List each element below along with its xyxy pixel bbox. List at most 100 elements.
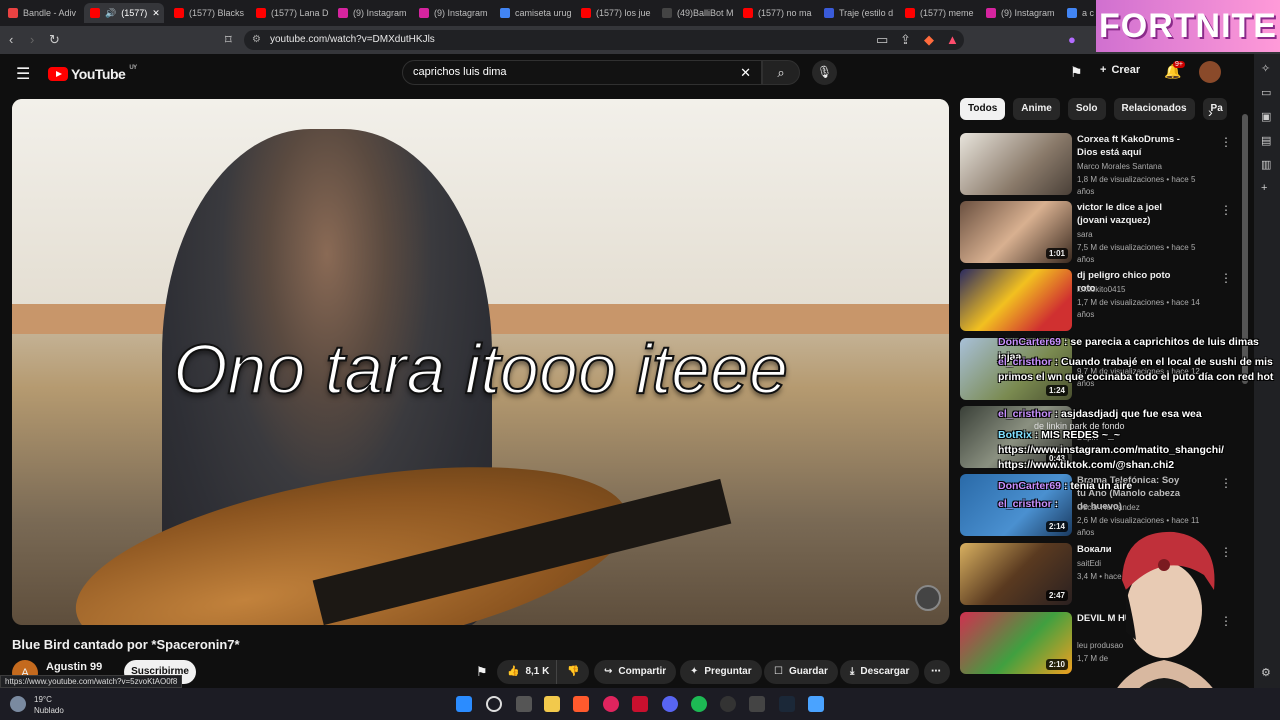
save-button[interactable]: ☐ Guardar (764, 660, 838, 684)
thumbs-up-icon: 👍 (507, 666, 520, 677)
browser-tab[interactable]: (1577) no ma (737, 3, 817, 23)
create-button[interactable]: + Crear (1100, 64, 1140, 76)
chip-solo[interactable]: Solo (1067, 98, 1106, 120)
browser-tab-active[interactable]: 🔊 (1577) ✕ (84, 3, 164, 23)
list-item[interactable]: Corxea ft KakoDrums - Dios está aquí Mar… (960, 133, 1232, 196)
brave-browser-icon[interactable] (573, 696, 589, 712)
search-button[interactable]: ⌕ (762, 60, 800, 85)
save-icon: ☐ (774, 666, 783, 677)
youtube-favicon-icon (743, 8, 753, 18)
weather-widget[interactable]: 19°C Nublado (34, 694, 64, 716)
avatar[interactable] (1199, 61, 1221, 83)
file-explorer-icon[interactable] (544, 696, 560, 712)
like-button[interactable]: 👍 8,1 K (497, 660, 560, 684)
browser-tab[interactable]: (1577) meme (899, 3, 979, 23)
browser-tab[interactable]: (9) Instagram (980, 3, 1060, 23)
more-vertical-icon[interactable]: ⋮ (1220, 271, 1232, 285)
clear-search-icon[interactable]: ✕ (740, 61, 751, 84)
video-thumbnail[interactable] (960, 269, 1072, 331)
browser-tab[interactable]: camiseta urug (494, 3, 574, 23)
chevron-right-icon[interactable]: › (1208, 104, 1213, 120)
bookmark-icon[interactable]: ⌑ (225, 32, 232, 48)
chip-partial[interactable]: Pa (1202, 98, 1227, 120)
reload-icon[interactable]: ↻ (49, 32, 60, 48)
youtube-logo[interactable]: YouTube UY (48, 65, 137, 82)
adobe-icon[interactable] (632, 696, 648, 712)
more-actions-button[interactable]: ⋯ (924, 660, 950, 684)
leo-ai-icon[interactable]: ✧ (1261, 62, 1270, 75)
address-bar[interactable]: ⚙ youtube.com/watch?v=DMXdutHKJls (244, 30, 964, 50)
download-button[interactable]: ⤓ Descargar (840, 660, 920, 684)
list-item[interactable]: dj peligro chico poto roto lokilokito041… (960, 269, 1232, 331)
discord-icon[interactable] (662, 696, 678, 712)
shorts-icon[interactable]: ⚑ (1070, 64, 1083, 81)
share-page-icon[interactable]: ⇪ (900, 32, 911, 48)
browser-tab[interactable]: (9) Instagram (413, 3, 493, 23)
media-player-icon[interactable] (603, 696, 619, 712)
voice-search-button[interactable]: 🎙 (812, 60, 837, 85)
browser-tab[interactable]: (1577) Blacks (168, 3, 248, 23)
app-icon[interactable] (808, 696, 824, 712)
rec-title[interactable]: Corxea ft KakoDrums - Dios está aquí (1077, 133, 1182, 159)
rec-title[interactable]: victor le dice a joel (jovani vazquez) (1077, 201, 1182, 227)
extension-icon[interactable]: ● (1068, 32, 1076, 47)
cast-icon[interactable]: ▭ (876, 32, 888, 48)
rec-channel[interactable]: sara (1077, 229, 1207, 241)
browser-tab[interactable]: (49)BalliBot M (656, 3, 736, 23)
video-thumbnail[interactable]: 2:10 (960, 612, 1072, 674)
weather-icon[interactable] (10, 696, 26, 712)
rec-channel[interactable]: lokilokito0415 (1077, 284, 1207, 296)
brave-rewards-icon[interactable]: ▲ (946, 32, 959, 47)
close-tab-icon[interactable]: ✕ (152, 8, 160, 19)
list-item[interactable]: 1:01 victor le dice a joel (jovani vazqu… (960, 201, 1232, 264)
search-input[interactable]: caprichos luis dima ✕ (402, 60, 762, 85)
more-vertical-icon[interactable]: ⋮ (1220, 135, 1232, 149)
browser-tab[interactable]: a c (1061, 3, 1095, 23)
video-thumbnail[interactable] (960, 133, 1072, 195)
chip-todos[interactable]: Todos (960, 98, 1006, 120)
steam-icon[interactable] (779, 696, 795, 712)
chip-relacionados[interactable]: Relacionados (1113, 98, 1195, 120)
channel-name[interactable]: Agustin 99 (46, 661, 102, 673)
browser-tab[interactable]: (9) Instagram (332, 3, 412, 23)
obs-icon[interactable] (720, 696, 736, 712)
video-player[interactable]: Ono tara itooo iteee (12, 99, 949, 625)
task-view-icon[interactable] (516, 696, 532, 712)
menu-icon[interactable]: ☰ (16, 64, 30, 84)
add-panel-icon[interactable]: + (1261, 182, 1267, 194)
rec-meta: 7,5 M de visualizaciones • hace 5 años (1077, 243, 1196, 264)
thumbs-down-icon: 👎 (567, 666, 580, 677)
video-caption: Ono tara itooo iteee (172, 329, 789, 409)
reading-list-icon[interactable]: ▭ (1261, 86, 1271, 99)
google-favicon-icon (1067, 8, 1077, 18)
more-vertical-icon[interactable]: ⋮ (1220, 203, 1232, 217)
browser-tab[interactable]: Bandle - Adiv (2, 3, 80, 23)
video-thumbnail[interactable]: 1:01 (960, 201, 1072, 263)
dislike-button[interactable]: 👎 (556, 660, 590, 684)
browser-tab[interactable]: (1577) los jue (575, 3, 655, 23)
windows-taskbar: 19°C Nublado (0, 688, 1280, 720)
shorts-remix-icon[interactable]: ⚑ (476, 664, 488, 680)
related-filter-chips: Todos Anime Solo Relacionados Pa (960, 98, 1227, 120)
bookmarks-icon[interactable]: ▤ (1261, 134, 1271, 147)
share-button[interactable]: ↪ Compartir (594, 660, 677, 684)
rec-channel[interactable]: Marco Morales Santana (1077, 161, 1207, 173)
back-icon[interactable]: ‹ (9, 32, 13, 47)
valorant-icon[interactable] (749, 696, 765, 712)
video-watermark-icon[interactable] (915, 585, 941, 611)
search-taskbar-icon[interactable] (486, 696, 502, 712)
spotify-icon[interactable] (691, 696, 707, 712)
brave-shield-icon[interactable]: ◆ (924, 32, 934, 48)
ask-button[interactable]: ✦ Preguntar (680, 660, 762, 684)
browser-tab[interactable]: (1577) Lana D (250, 3, 330, 23)
plus-icon: + (1100, 64, 1107, 76)
chip-anime[interactable]: Anime (1013, 98, 1060, 120)
video-thumbnail[interactable]: 2:47 (960, 543, 1072, 605)
windows-start-icon[interactable] (456, 696, 472, 712)
browser-tab[interactable]: Traje (estilo d (818, 3, 898, 23)
chat-message: DonCarter69 : tenia un aire (998, 480, 1133, 492)
history-icon[interactable]: ▥ (1261, 158, 1271, 171)
forward-icon[interactable]: › (30, 32, 34, 47)
wallet-icon[interactable]: ▣ (1261, 110, 1271, 123)
site-info-icon[interactable]: ⚙ (252, 30, 261, 50)
